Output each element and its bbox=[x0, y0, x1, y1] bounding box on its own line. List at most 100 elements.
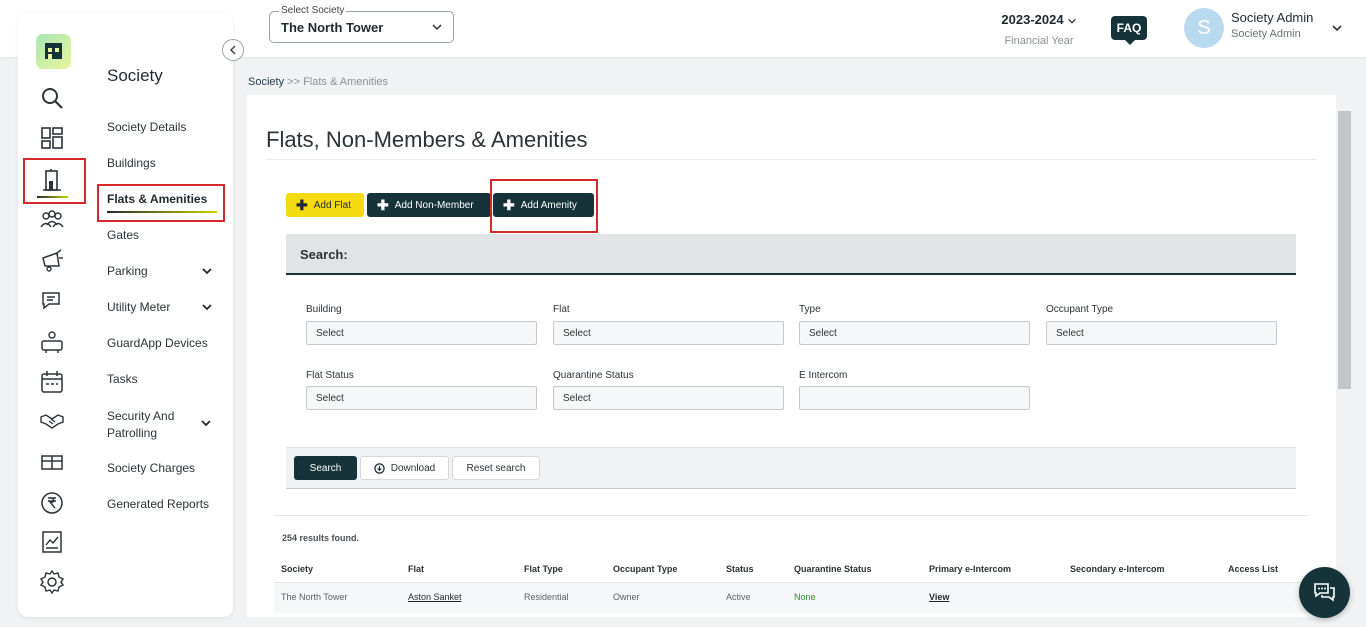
calendar-icon[interactable] bbox=[37, 368, 67, 396]
search-panel-header: Search: bbox=[286, 234, 1296, 275]
download-icon bbox=[374, 462, 385, 474]
society-select[interactable]: Select Society The North Tower bbox=[269, 5, 454, 43]
building-select[interactable]: Select bbox=[306, 321, 537, 345]
occupant-type-label: Occupant Type bbox=[1046, 304, 1114, 315]
search-actions-bar: Search Download Reset search bbox=[286, 447, 1296, 489]
settings-gear-icon[interactable] bbox=[37, 568, 67, 596]
cell-flat-type: Residential bbox=[524, 592, 569, 602]
sidebar-item-label: Security And Patrolling bbox=[107, 409, 175, 440]
chat-support-button[interactable] bbox=[1299, 567, 1350, 618]
sidebar-item-society-details[interactable]: Society Details bbox=[107, 120, 217, 134]
faq-button[interactable]: FAQ bbox=[1111, 16, 1147, 45]
chevron-down-icon bbox=[432, 24, 442, 31]
reset-search-button[interactable]: Reset search bbox=[452, 456, 540, 480]
app-logo[interactable] bbox=[36, 34, 71, 69]
dashboard-icon[interactable] bbox=[37, 124, 67, 152]
society-select-label: Select Society bbox=[279, 5, 347, 16]
financial-year-select[interactable]: 2023-2024 Financial Year bbox=[990, 12, 1088, 47]
sidebar-item-gates[interactable]: Gates bbox=[107, 228, 217, 242]
quarantine-status-label: Quarantine Status bbox=[553, 370, 634, 381]
sidebar-item-label: Parking bbox=[107, 264, 148, 278]
e-intercom-label: E Intercom bbox=[799, 370, 848, 381]
cell-society: The North Tower bbox=[281, 592, 348, 602]
column-header-primary-e-intercom[interactable]: Primary e-Intercom bbox=[929, 564, 1011, 574]
download-label: Download bbox=[390, 462, 436, 474]
cell-quarantine-status: None bbox=[794, 592, 816, 602]
sidebar-item-label: Utility Meter bbox=[107, 300, 171, 314]
page-title: Flats, Non-Members & Amenities bbox=[266, 127, 588, 152]
results-count: 254 results found. bbox=[282, 533, 360, 543]
members-icon[interactable] bbox=[37, 206, 67, 234]
column-header-flat-type[interactable]: Flat Type bbox=[524, 564, 563, 574]
title-divider bbox=[266, 159, 1316, 160]
breadcrumb-separator: >> bbox=[287, 76, 300, 88]
user-menu-chevron-icon[interactable] bbox=[1330, 22, 1344, 34]
add-amenity-highlight bbox=[490, 179, 598, 233]
column-header-flat[interactable]: Flat bbox=[408, 564, 424, 574]
chat-icon[interactable] bbox=[37, 287, 67, 315]
cell-primary-view-link[interactable]: View bbox=[929, 592, 949, 602]
user-role: Society Admin bbox=[1231, 28, 1301, 40]
cell-flat-link[interactable]: Aston Sanket bbox=[408, 592, 462, 602]
collapse-sidebar-button[interactable] bbox=[222, 39, 244, 61]
occupant-type-select[interactable]: Select bbox=[1046, 321, 1277, 345]
plus-icon: ✚ bbox=[296, 197, 308, 213]
financial-year-label: Financial Year bbox=[1004, 35, 1074, 47]
avatar[interactable]: S bbox=[1184, 8, 1224, 48]
chat-bubble-icon bbox=[1314, 583, 1335, 602]
results-divider bbox=[274, 515, 1307, 516]
quarantine-status-select[interactable]: Select bbox=[553, 386, 784, 410]
sidebar-item-tasks[interactable]: Tasks bbox=[107, 372, 217, 386]
active-menu-highlight bbox=[97, 184, 225, 222]
sidebar-item-generated-reports[interactable]: Generated Reports bbox=[107, 497, 217, 511]
chevron-down-icon bbox=[202, 268, 212, 275]
search-icon[interactable] bbox=[37, 84, 67, 112]
page-scrollbar[interactable] bbox=[1338, 111, 1351, 389]
column-header-quarantine-status[interactable]: Quarantine Status bbox=[794, 564, 872, 574]
flat-status-select[interactable]: Select bbox=[306, 386, 537, 410]
chevron-down-icon bbox=[202, 304, 212, 311]
guard-icon[interactable] bbox=[37, 328, 67, 356]
cell-status: Active bbox=[726, 592, 751, 602]
user-name: Society Admin bbox=[1231, 10, 1314, 25]
flat-label: Flat bbox=[553, 304, 570, 315]
search-heading: Search: bbox=[300, 247, 348, 262]
chevron-down-icon bbox=[1067, 18, 1076, 24]
flat-select[interactable]: Select bbox=[553, 321, 784, 345]
sidebar-item-utility-meter[interactable]: Utility Meter bbox=[107, 300, 217, 314]
report-chart-icon[interactable] bbox=[37, 528, 67, 556]
building-label: Building bbox=[306, 304, 342, 315]
column-header-status[interactable]: Status bbox=[726, 564, 754, 574]
e-intercom-input[interactable] bbox=[799, 386, 1030, 410]
rupee-icon[interactable] bbox=[37, 489, 67, 517]
column-header-secondary-e-intercom[interactable]: Secondary e-Intercom bbox=[1070, 564, 1165, 574]
add-flat-label: Add Flat bbox=[313, 199, 351, 211]
notice-icon[interactable] bbox=[37, 247, 67, 275]
breadcrumb-society-link[interactable]: Society bbox=[248, 76, 284, 88]
search-button[interactable]: Search bbox=[294, 456, 357, 480]
add-non-member-button[interactable]: ✚ Add Non-Member bbox=[367, 193, 491, 217]
gate-icon[interactable] bbox=[37, 448, 67, 476]
sidebar-item-buildings[interactable]: Buildings bbox=[107, 156, 217, 170]
chevron-down-icon[interactable] bbox=[200, 417, 212, 429]
add-flat-button[interactable]: ✚ Add Flat bbox=[286, 193, 364, 217]
handshake-icon[interactable] bbox=[37, 407, 67, 435]
society-select-value: The North Tower bbox=[281, 20, 384, 35]
sidebar-item-guardapp-devices[interactable]: GuardApp Devices bbox=[107, 336, 217, 350]
column-header-occupant-type[interactable]: Occupant Type bbox=[613, 564, 677, 574]
sidebar-title: Society bbox=[107, 66, 163, 85]
logo-icon bbox=[44, 42, 63, 61]
add-non-member-label: Add Non-Member bbox=[394, 199, 474, 211]
type-label: Type bbox=[799, 304, 821, 315]
sidebar-item-security-patrolling[interactable]: Security And Patrolling bbox=[107, 408, 189, 442]
sidebar-item-society-charges[interactable]: Society Charges bbox=[107, 461, 217, 475]
financial-year-value: 2023-2024 bbox=[1001, 12, 1064, 27]
chevron-left-icon bbox=[229, 45, 236, 55]
sidebar-item-parking[interactable]: Parking bbox=[107, 264, 217, 278]
breadcrumb-current: Flats & Amenities bbox=[303, 76, 389, 88]
download-button[interactable]: Download bbox=[360, 456, 449, 480]
column-header-society[interactable]: Society bbox=[281, 564, 313, 574]
column-header-access-list[interactable]: Access List bbox=[1228, 564, 1278, 574]
cell-occupant-type: Owner bbox=[613, 592, 640, 602]
type-select[interactable]: Select bbox=[799, 321, 1030, 345]
